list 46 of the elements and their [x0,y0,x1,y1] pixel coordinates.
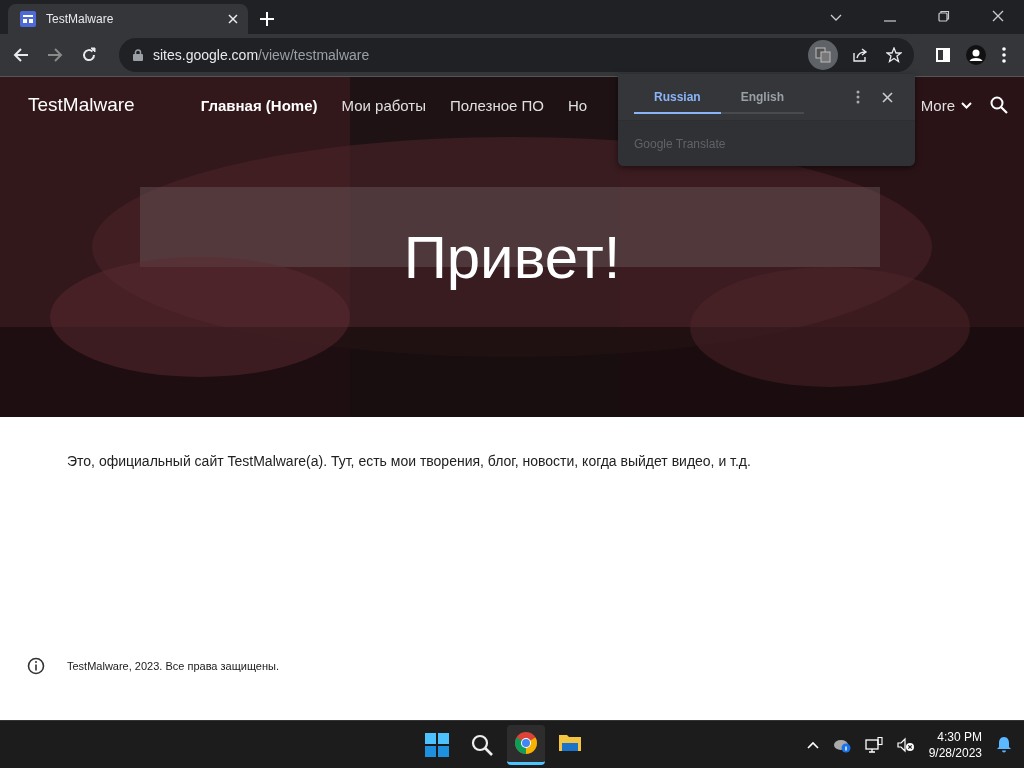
nav-link[interactable]: Мои работы [341,96,426,114]
share-icon[interactable] [852,47,868,63]
new-tab-icon[interactable] [260,12,274,26]
side-panel-icon[interactable] [936,48,950,62]
chevron-up-icon[interactable] [806,740,819,749]
network-icon[interactable] [864,736,883,753]
footer-text: TestMalware, 2023. Все права защищены. [67,660,279,672]
more-menu[interactable]: More [920,96,972,114]
clock[interactable]: 4:30 PM 9/28/2023 [928,728,982,761]
profile-icon[interactable] [966,45,986,65]
lock-icon [133,49,143,61]
forward-icon[interactable] [47,47,63,63]
site-icon [20,11,36,27]
browser-tab[interactable]: TestMalware [8,4,248,34]
star-icon[interactable] [886,47,902,63]
tab-title: TestMalware [46,12,115,26]
menu-icon[interactable] [1002,47,1006,63]
browser-icon [514,731,539,755]
muted-speaker-icon[interactable] [896,736,915,753]
address-bar[interactable]: sites.google.com/view/testmalware [119,38,914,72]
search-icon[interactable] [990,96,1008,114]
restore-icon[interactable] [938,10,950,22]
reload-icon[interactable] [81,47,97,63]
chevron-down-icon[interactable] [830,14,842,22]
url-text: sites.google.com/view/testmalware [153,47,370,63]
nav-link[interactable]: Но [568,96,588,114]
translate-button[interactable] [808,40,838,70]
language-tab[interactable]: English [720,80,805,114]
chevron-down-icon [961,101,972,109]
site-title[interactable]: TestMalware [28,94,135,116]
close-icon[interactable] [882,91,893,103]
close-icon[interactable] [228,14,238,24]
search-icon[interactable] [471,733,494,756]
notification-bell-icon[interactable] [996,736,1012,753]
start-icon[interactable] [425,732,450,757]
language-tab[interactable]: Russian [634,80,721,114]
more-options-icon[interactable] [856,90,860,104]
nav-link[interactable]: Главная (Home) [200,96,318,114]
info-icon[interactable] [27,657,45,675]
body-text: Это, официальный сайт TestMalware(a). Тут, есть мои творения, блог, новости, когда выйдет видео, и т.д. [67,453,752,469]
close-icon[interactable] [992,10,1004,22]
hero-heading: Привет! [402,223,622,292]
nav-link[interactable]: Полезное ПО [450,96,545,114]
back-icon[interactable] [13,47,29,63]
taskbar-button[interactable] [507,724,546,765]
translate-icon [815,47,831,63]
